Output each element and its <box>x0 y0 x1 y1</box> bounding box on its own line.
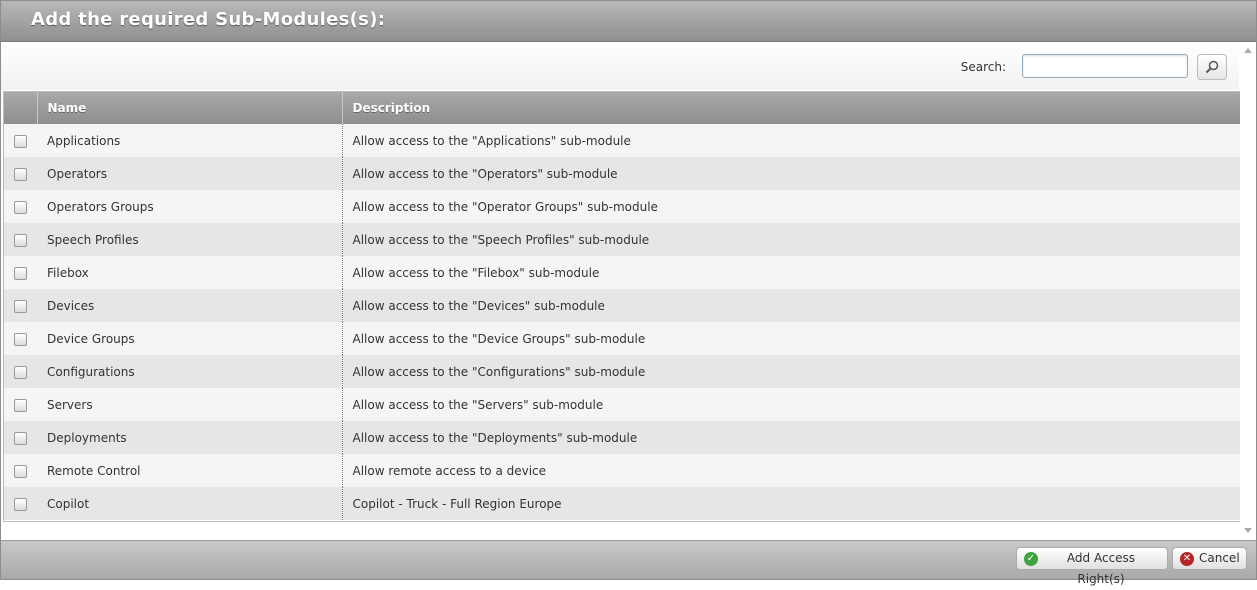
table-row[interactable]: Operators Allow access to the "Operators"… <box>4 157 1240 190</box>
row-checkbox[interactable] <box>14 134 27 148</box>
row-checkbox[interactable] <box>14 266 27 280</box>
table-row[interactable]: Deployments Allow access to the "Deployme… <box>4 421 1240 454</box>
row-checkbox-cell <box>4 289 37 322</box>
vertical-scrollbar[interactable] <box>1240 42 1256 539</box>
scroll-up-arrow-icon[interactable] <box>1244 48 1252 53</box>
cancel-label: Cancel <box>1199 551 1240 565</box>
dialog-footer: ✓ Add Access Right(s) ✕ Cancel <box>1 540 1256 586</box>
sub-modules-table: Name Description Applications Allow acces… <box>3 91 1240 522</box>
row-checkbox[interactable] <box>14 464 27 478</box>
row-description: Allow access to the "Speech Profiles" su… <box>342 223 1240 256</box>
row-description: Allow access to the "Configurations" sub… <box>342 355 1240 388</box>
row-checkbox-cell <box>4 322 37 355</box>
row-checkbox-cell <box>4 487 37 520</box>
row-checkbox[interactable] <box>14 398 27 412</box>
row-checkbox[interactable] <box>14 299 27 313</box>
row-name: Applications <box>37 124 343 157</box>
row-checkbox[interactable] <box>14 497 27 511</box>
table-row[interactable]: Devices Allow access to the "Devices" sub… <box>4 289 1240 322</box>
table-row[interactable]: Speech Profiles Allow access to the "Spee… <box>4 223 1240 256</box>
row-checkbox[interactable] <box>14 431 27 445</box>
row-checkbox[interactable] <box>14 332 27 346</box>
row-description: Allow access to the "Servers" sub-module <box>342 388 1240 421</box>
scroll-down-arrow-icon[interactable] <box>1244 528 1252 533</box>
table-row[interactable]: Operators Groups Allow access to the "Ope… <box>4 190 1240 223</box>
row-name: Deployments <box>37 421 343 454</box>
table-row[interactable]: Servers Allow access to the "Servers" sub… <box>4 388 1240 421</box>
add-access-rights-label: Add Access Right(s) <box>1066 551 1136 586</box>
row-description: Allow access to the "Device Groups" sub-… <box>342 322 1240 355</box>
cancel-button[interactable]: ✕ Cancel <box>1172 547 1247 570</box>
dialog-titlebar[interactable]: Add the required Sub-Modules(s): <box>1 1 1256 42</box>
row-description: Allow access to the "Operator Groups" su… <box>342 190 1240 223</box>
row-checkbox[interactable] <box>14 200 27 214</box>
row-name: Servers <box>37 388 343 421</box>
row-name: Device Groups <box>37 322 343 355</box>
search-button[interactable] <box>1197 54 1227 80</box>
row-checkbox-cell <box>4 421 37 454</box>
magnifier-icon <box>1205 60 1219 74</box>
row-description: Allow access to the "Applications" sub-m… <box>342 124 1240 157</box>
table-row[interactable]: Filebox Allow access to the "Filebox" sub… <box>4 256 1240 289</box>
search-toolbar: Search: <box>1 42 1239 90</box>
table-row[interactable]: Copilot Copilot - Truck - Full Region Eur… <box>4 487 1240 520</box>
row-checkbox-cell <box>4 223 37 256</box>
select-column-header <box>4 92 38 124</box>
row-checkbox-cell <box>4 157 37 190</box>
table-row[interactable]: Configurations Allow access to the "Confi… <box>4 355 1240 388</box>
row-description: Copilot - Truck - Full Region Europe <box>342 487 1240 520</box>
row-description: Allow access to the "Deployments" sub-mo… <box>342 421 1240 454</box>
row-description: Allow access to the "Filebox" sub-module <box>342 256 1240 289</box>
row-name: Remote Control <box>37 454 343 487</box>
row-checkbox[interactable] <box>14 167 27 181</box>
row-checkbox-cell <box>4 124 37 157</box>
close-icon: ✕ <box>1180 552 1194 566</box>
add-access-rights-button[interactable]: ✓ Add Access Right(s) <box>1016 547 1168 586</box>
check-icon: ✓ <box>1024 552 1038 566</box>
row-checkbox-cell <box>4 256 37 289</box>
table-row[interactable]: Remote Control Allow remote access to a d… <box>4 454 1240 487</box>
search-input[interactable] <box>1022 54 1188 78</box>
name-column-header[interactable]: Name <box>37 92 343 124</box>
row-name: Devices <box>37 289 343 322</box>
row-name: Speech Profiles <box>37 223 343 256</box>
table-row[interactable]: Applications Allow access to the "Applica… <box>4 124 1240 157</box>
row-checkbox[interactable] <box>14 233 27 247</box>
row-name: Configurations <box>37 355 343 388</box>
row-checkbox-cell <box>4 190 37 223</box>
row-description: Allow access to the "Operators" sub-modu… <box>342 157 1240 190</box>
row-name: Operators <box>37 157 343 190</box>
row-checkbox-cell <box>4 388 37 421</box>
table-header-row: Name Description <box>4 92 1240 124</box>
row-description: Allow access to the "Devices" sub-module <box>342 289 1240 322</box>
row-checkbox-cell <box>4 355 37 388</box>
row-name: Filebox <box>37 256 343 289</box>
sub-modules-dialog: Add the required Sub-Modules(s): Search:… <box>0 0 1257 586</box>
row-description: Allow remote access to a device <box>342 454 1240 487</box>
row-checkbox-cell <box>4 454 37 487</box>
description-column-header[interactable]: Description <box>342 92 1240 124</box>
table-row[interactable]: Device Groups Allow access to the "Device… <box>4 322 1240 355</box>
search-label: Search: <box>960 60 1006 74</box>
row-name: Copilot <box>37 487 343 520</box>
row-name: Operators Groups <box>37 190 343 223</box>
row-checkbox[interactable] <box>14 365 27 379</box>
dialog-title: Add the required Sub-Modules(s): <box>31 9 386 30</box>
